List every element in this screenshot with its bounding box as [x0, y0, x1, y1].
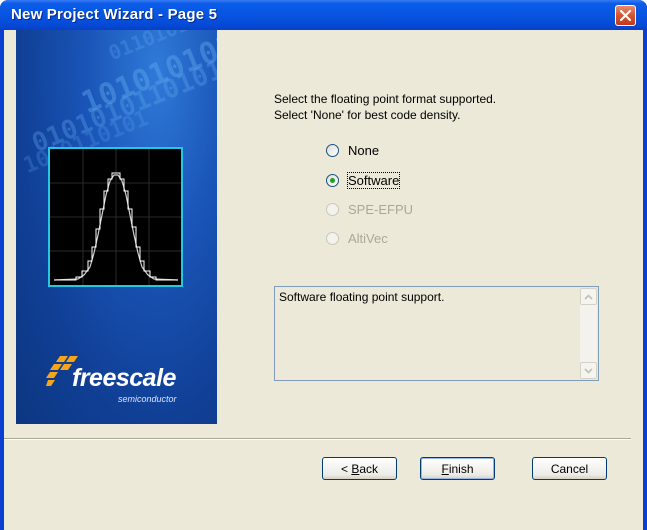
close-button[interactable] — [615, 5, 636, 26]
prompt-text: Select the floating point format support… — [274, 91, 496, 123]
back-button[interactable]: < Back — [322, 457, 397, 480]
prompt-line-2: Select 'None' for best code density. — [274, 108, 461, 122]
radio-option-altivec: AltiVec — [326, 229, 388, 247]
scroll-up-button[interactable] — [580, 288, 597, 305]
scroll-down-button[interactable] — [580, 362, 597, 379]
prompt-line-1: Select the floating point format support… — [274, 92, 497, 106]
back-access-key: B — [351, 461, 360, 476]
cancel-button[interactable]: Cancel — [532, 457, 607, 480]
radio-label-software[interactable]: Software — [346, 171, 401, 189]
back-prefix: < — [340, 461, 348, 476]
button-divider — [4, 438, 631, 440]
finish-label: inish — [448, 461, 474, 476]
radio-label-none[interactable]: None — [348, 143, 379, 158]
radio-altivec — [326, 231, 339, 245]
chevron-down-icon — [584, 367, 593, 374]
histogram-icon — [50, 149, 181, 285]
radio-label-altivec: AltiVec — [348, 230, 388, 246]
radio-option-none[interactable]: None — [326, 141, 379, 159]
radio-none[interactable] — [326, 143, 339, 157]
description-scrollbar[interactable] — [580, 288, 597, 379]
freescale-logo-text: freescale — [72, 364, 176, 392]
radio-spe-efpu — [326, 202, 339, 216]
description-text: Software floating point support. — [279, 290, 445, 304]
chevron-up-icon — [584, 293, 593, 300]
window-title: New Project Wizard - Page 5 — [11, 6, 218, 23]
title-bar[interactable]: New Project Wizard - Page 5 — [0, 0, 647, 30]
wizard-banner-image: 10101010101 0101010110101 1010110101 011… — [16, 30, 217, 424]
radio-option-spe-efpu: SPE-EFPU — [326, 200, 413, 218]
finish-access-key: F — [441, 461, 449, 476]
freescale-logo-subtext: semiconductor — [118, 394, 177, 404]
radio-label-spe-efpu: SPE-EFPU — [348, 201, 414, 217]
description-box[interactable]: Software floating point support. — [274, 286, 599, 381]
finish-button[interactable]: Finish — [420, 457, 495, 480]
histogram-graphic — [48, 147, 183, 287]
close-icon — [619, 9, 632, 22]
radio-software[interactable] — [326, 173, 339, 187]
back-label: ack — [359, 461, 379, 476]
wizard-window: New Project Wizard - Page 5 10101010101 … — [0, 0, 647, 530]
radio-option-software[interactable]: Software — [326, 171, 401, 189]
